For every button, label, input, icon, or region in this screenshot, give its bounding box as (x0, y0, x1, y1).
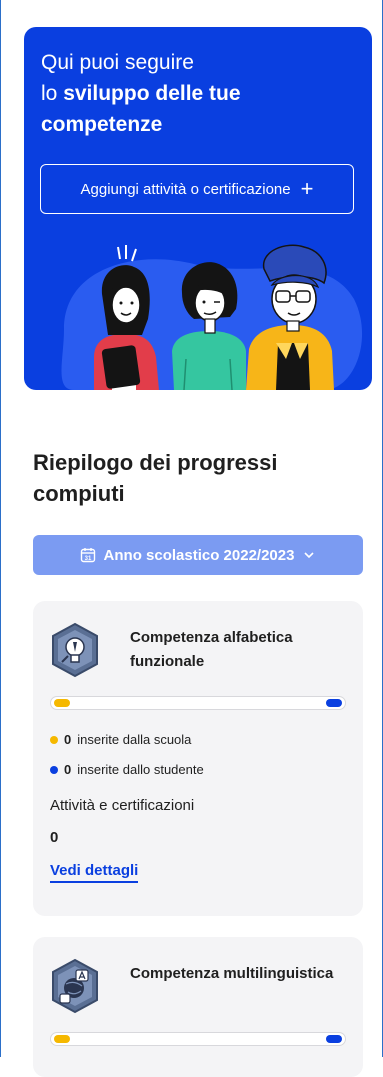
view-details-link[interactable]: Vedi dettagli (50, 862, 139, 883)
hero-title-line2-prefix: lo (41, 82, 64, 105)
students-illustration (61, 244, 363, 390)
school-label: inserite dalla scuola (77, 732, 192, 747)
lightbulb-pencil-badge-icon (52, 622, 98, 678)
progress-school-segment (54, 699, 70, 707)
calendar-icon: 31 (80, 548, 95, 563)
activities-count: 0 (50, 829, 59, 846)
hero-title-line1: Qui puoi seguire (41, 51, 194, 74)
competence-title: Competenza multilinguistica (130, 965, 334, 982)
add-activity-button[interactable]: Aggiungi attività o certificazione + (40, 164, 354, 214)
competence-progress-bar (50, 696, 346, 710)
competence-progress-bar (50, 1032, 346, 1046)
competence-title: Competenza alfabetica funzionale (130, 629, 293, 670)
school-year-select[interactable]: 31 Anno scolastico 2022/2023 (33, 535, 363, 575)
progress-student-segment (326, 1035, 342, 1043)
school-year-label: Anno scolastico 2022/2023 (103, 546, 295, 564)
chevron-down-icon (304, 552, 315, 559)
yellow-dot-icon (50, 735, 58, 744)
globe-language-badge-icon (52, 958, 98, 1014)
hero-banner: Qui puoi seguire lo sviluppo delle tue c… (24, 27, 372, 390)
progress-student-segment (326, 699, 342, 707)
legend-school: 0 inserite dalla scuola (50, 732, 191, 747)
progress-school-segment (54, 1035, 70, 1043)
blue-dot-icon (50, 765, 58, 774)
hero-title-line3-bold: competenze (41, 113, 163, 136)
student-label: inserite dallo studente (77, 762, 204, 777)
plus-icon: + (300, 176, 314, 201)
add-activity-label: Aggiungi attività o certificazione (80, 180, 291, 198)
summary-title: Riepilogo dei progressi compiuti (33, 450, 278, 506)
activities-label: Attività e certificazioni (50, 797, 195, 814)
hero-title-line2-bold: sviluppo delle tue (63, 82, 241, 105)
calendar-day: 31 (84, 556, 91, 562)
legend-student: 0 inserite dallo studente (50, 762, 204, 777)
school-count: 0 (64, 732, 72, 747)
competence-card: Competenza multilinguistica (33, 937, 363, 1077)
competence-card: Competenza alfabetica funzionale 0 inser… (33, 601, 363, 916)
hero-title: Qui puoi seguire lo sviluppo delle tue c… (41, 47, 351, 140)
student-count: 0 (64, 762, 72, 777)
